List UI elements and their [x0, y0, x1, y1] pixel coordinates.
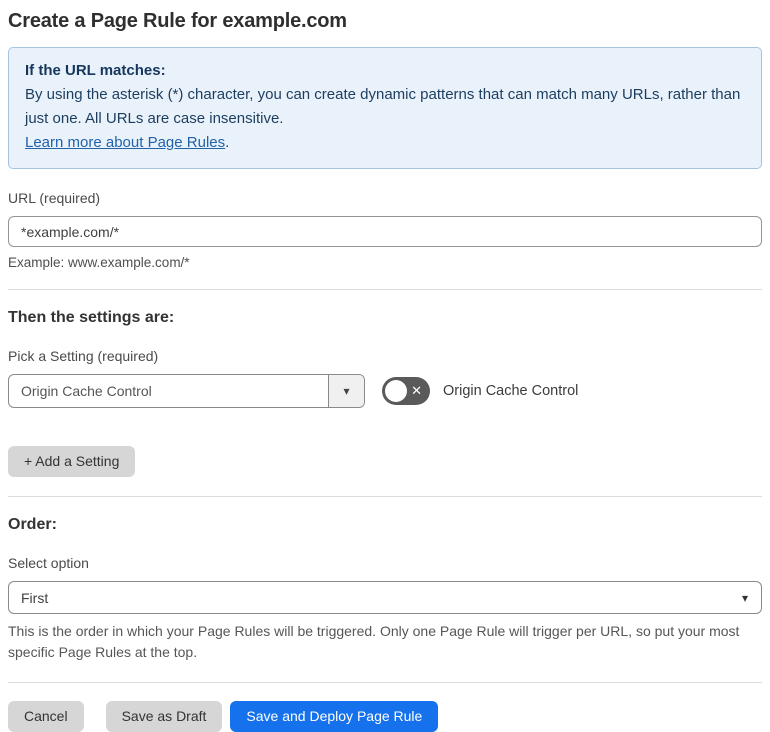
save-and-deploy-button[interactable]: Save and Deploy Page Rule [230, 701, 439, 732]
pick-setting-selected-value: Origin Cache Control [21, 383, 152, 399]
add-setting-button[interactable]: + Add a Setting [8, 446, 136, 477]
toggle-label: Origin Cache Control [443, 383, 579, 399]
pick-setting-dropdown-button[interactable]: ▾ [328, 375, 364, 407]
toggle-knob [385, 380, 407, 402]
footer-actions: Cancel Save as Draft Save and Deploy Pag… [8, 701, 762, 732]
page-title: Create a Page Rule for example.com [8, 10, 347, 32]
cancel-button[interactable]: Cancel [8, 701, 84, 732]
divider [8, 682, 762, 683]
settings-section-heading: Then the settings are: [8, 309, 175, 326]
order-help-text: This is the order in which your Page Rul… [8, 623, 740, 660]
url-match-info-box: If the URL matches: By using the asteris… [8, 47, 762, 169]
info-box-link-line: Learn more about Page Rules. [25, 131, 745, 155]
create-page-rule-panel: Create a Page Rule for example.com If th… [0, 0, 770, 732]
link-suffix: . [225, 134, 230, 151]
chevron-down-icon: ▾ [741, 590, 748, 605]
save-as-draft-button[interactable]: Save as Draft [105, 701, 223, 732]
url-field-label: URL (required) [8, 190, 101, 206]
origin-cache-control-toggle[interactable]: ✕ [382, 377, 430, 405]
url-input[interactable] [8, 216, 762, 247]
learn-more-link[interactable]: Learn more about Page Rules [25, 134, 225, 151]
order-selected-value: First [21, 589, 49, 606]
info-box-body-text: By using the asterisk (*) character, you… [25, 86, 741, 127]
order-dropdown[interactable]: First ▾ [8, 581, 762, 614]
chevron-down-icon: ▾ [343, 384, 350, 398]
url-example-text: Example: www.example.com/* [8, 255, 190, 270]
toggle-off-x-icon: ✕ [411, 383, 422, 399]
pick-setting-label: Pick a Setting (required) [8, 348, 159, 364]
info-box-body: By using the asterisk (*) character, you… [25, 83, 745, 131]
divider [8, 289, 762, 290]
info-box-heading: If the URL matches: [25, 62, 166, 79]
pick-setting-dropdown[interactable]: Origin Cache Control ▾ [8, 374, 365, 408]
order-select-label: Select option [8, 555, 89, 571]
divider [8, 496, 762, 497]
order-section-heading: Order: [8, 516, 57, 533]
setting-row: Origin Cache Control ▾ ✕ Origin Cache Co… [8, 374, 762, 408]
